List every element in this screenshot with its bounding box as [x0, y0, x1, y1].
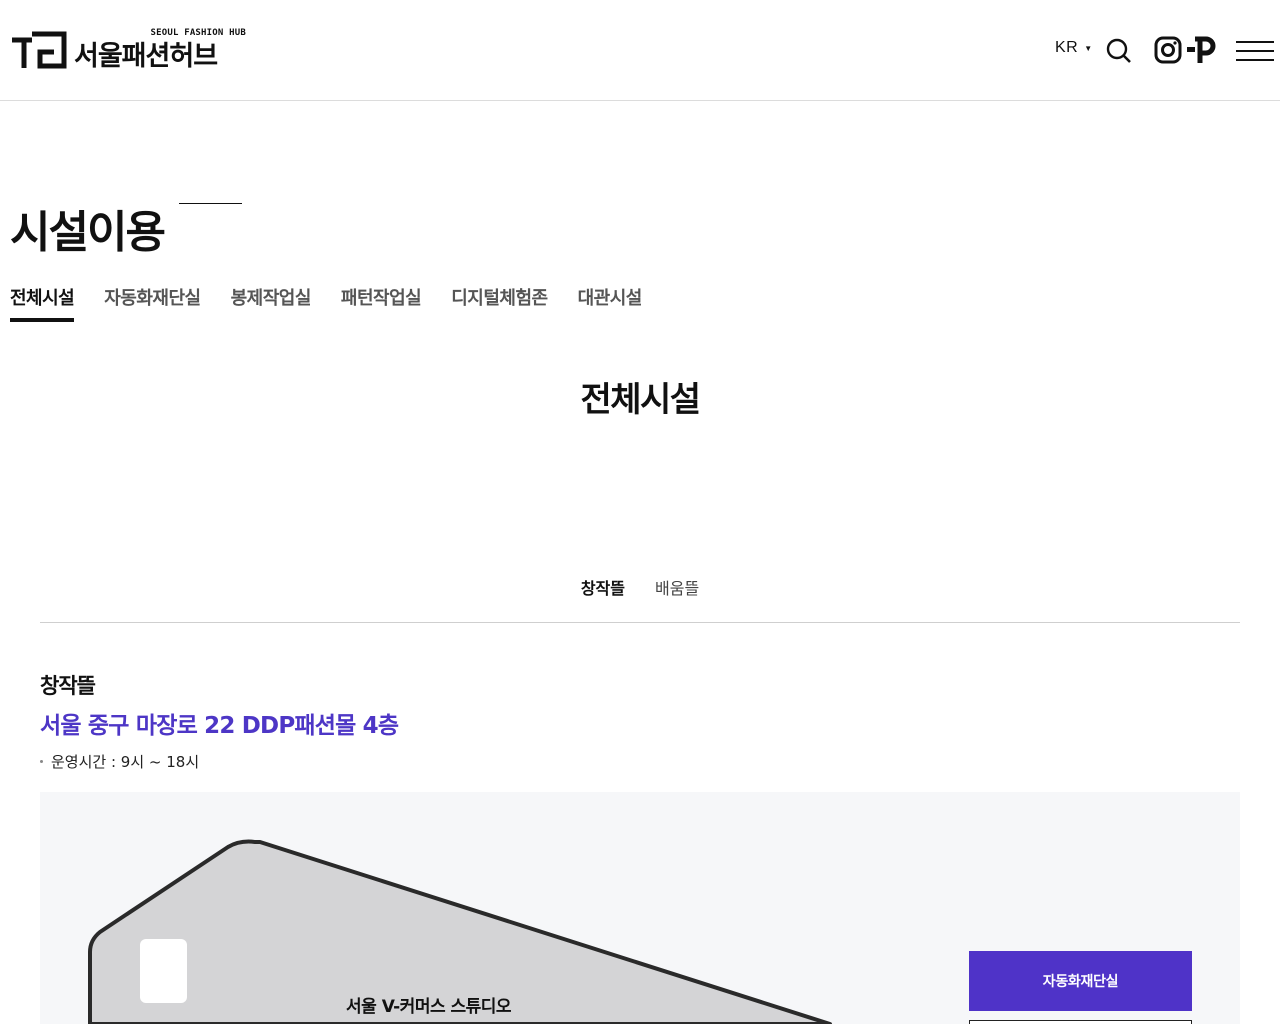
header-actions: KR ▼: [1040, 30, 1280, 70]
section-divider: [40, 622, 1240, 623]
location-subtabs: 창작뜰 배움뜰: [0, 575, 1280, 599]
tab-auto-cutting-room[interactable]: 자동화재단실: [104, 284, 201, 322]
logo-mark-icon: [12, 31, 67, 69]
instagram-icon[interactable]: [1154, 36, 1182, 64]
facility-hours: 운영시간 : 9시 ~ 18시: [40, 751, 199, 772]
page-title: 시설이용: [10, 207, 166, 258]
tab-sewing-room[interactable]: 봉제작업실: [231, 284, 312, 322]
map-next-button[interactable]: [969, 1020, 1192, 1024]
site-logo[interactable]: SEOUL FASHION HUB 서울패션허브: [10, 28, 250, 72]
language-selector[interactable]: KR ▼: [1055, 39, 1093, 57]
tab-rental-facilities[interactable]: 대관시설: [578, 284, 643, 322]
facility-name: 창작뜰: [40, 674, 96, 698]
facility-tabs: 전체시설 자동화재단실 봉제작업실 패턴작업실 디지털체험존 대관시설: [10, 284, 672, 322]
auto-cutting-room-button[interactable]: 자동화재단실: [969, 951, 1192, 1011]
tab-digital-zone[interactable]: 디지털체험존: [451, 284, 548, 322]
title-decoration-line: [179, 203, 242, 204]
menu-icon[interactable]: [1236, 40, 1274, 62]
floor-map: 서울 V-커머스 스튜디오 자동화재단실: [40, 792, 1240, 1024]
section-title: 전체시설: [580, 380, 701, 420]
language-label: KR: [1055, 39, 1079, 56]
caret-down-icon: ▼: [1084, 43, 1093, 53]
p-logo-icon[interactable]: [1186, 36, 1216, 64]
logo-subtitle: SEOUL FASHION HUB: [150, 28, 246, 38]
tab-pattern-room[interactable]: 패턴작업실: [341, 284, 422, 322]
subtab-changjak[interactable]: 창작뜰: [581, 575, 625, 599]
facility-hours-text: 운영시간 : 9시 ~ 18시: [51, 753, 200, 771]
logo-title: 서울패션허브: [74, 41, 218, 72]
search-icon[interactable]: [1106, 38, 1132, 64]
facility-address: 서울 중구 마장로 22 DDP패션몰 4층: [40, 713, 399, 739]
map-room-label: 서울 V-커머스 스튜디오: [346, 997, 512, 1017]
subtab-baeum[interactable]: 배움뜰: [655, 575, 699, 599]
tab-all-facilities[interactable]: 전체시설: [10, 284, 75, 322]
bullet-icon: [40, 760, 43, 763]
site-header: SEOUL FASHION HUB 서울패션허브 KR ▼: [0, 0, 1280, 101]
